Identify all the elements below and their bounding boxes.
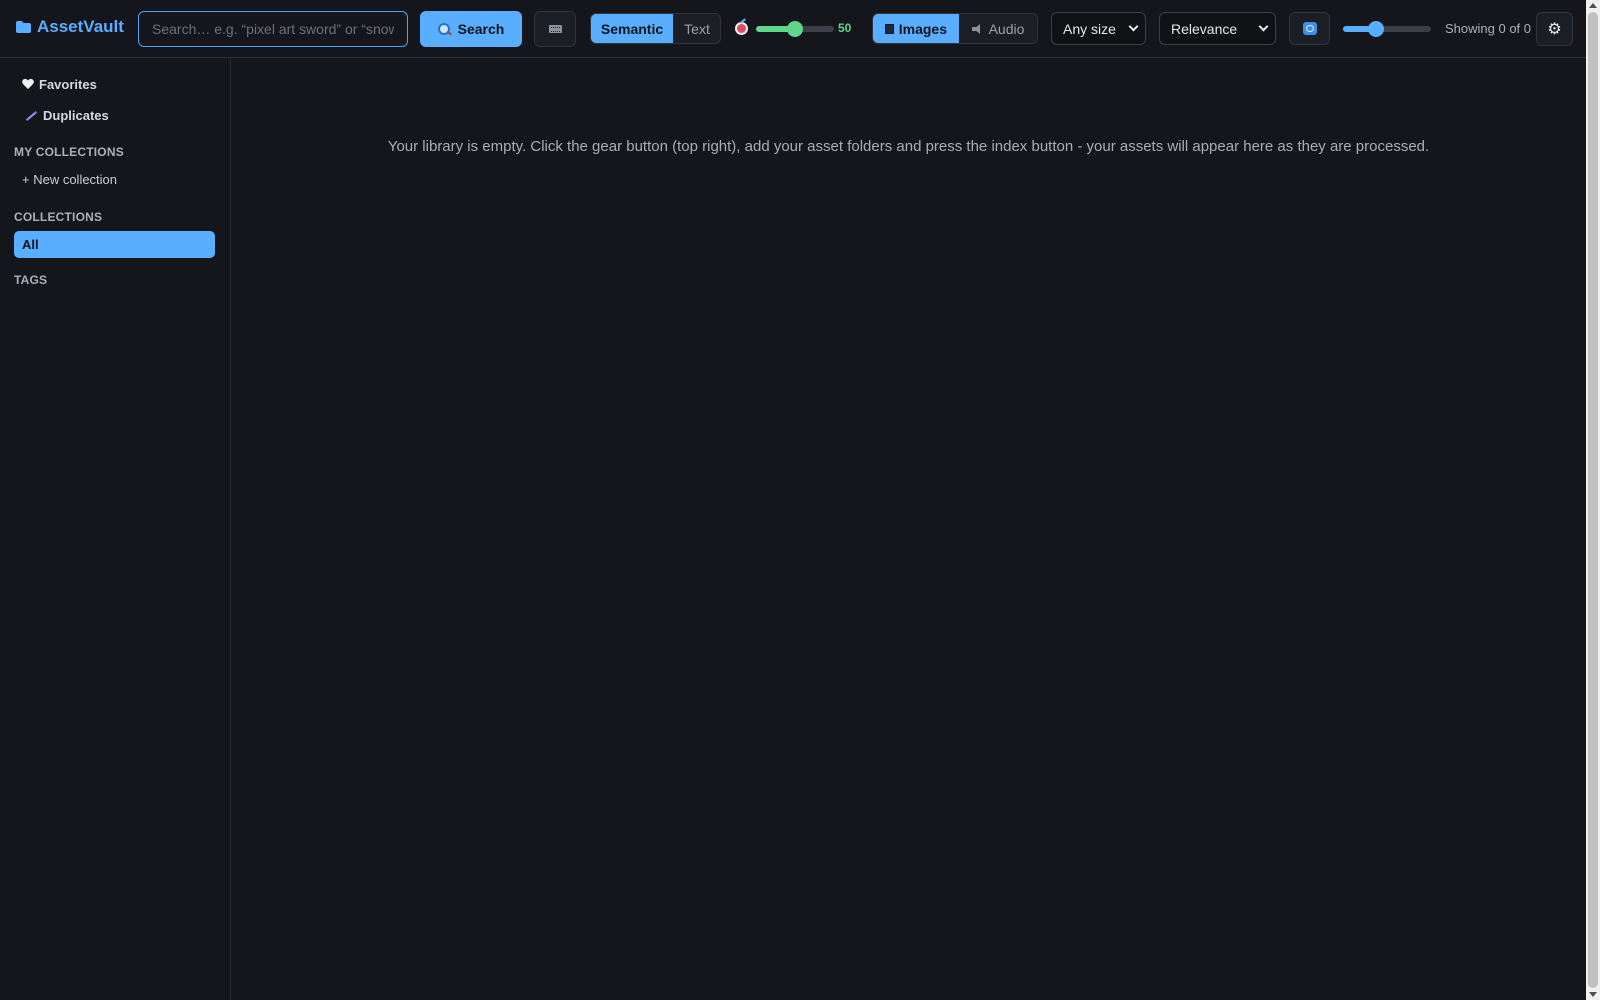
scroll-up-icon[interactable] xyxy=(1589,3,1597,8)
sidebar: Favorites Duplicates MY COLLECTIONS + Ne… xyxy=(0,58,231,1000)
my-collections-heading: MY COLLECTIONS xyxy=(14,145,124,159)
asset-type-toggle: Images Audio xyxy=(872,13,1038,44)
search-mode-toggle: Semantic Text xyxy=(590,13,721,44)
sidebar-item-label: Duplicates xyxy=(43,108,109,123)
thumbnail-size-slider[interactable] xyxy=(1343,21,1431,37)
heart-icon xyxy=(22,79,34,90)
mode-text[interactable]: Text xyxy=(673,14,720,43)
sidebar-item-all[interactable]: All xyxy=(14,231,215,258)
gear-icon: ⚙ xyxy=(1547,21,1562,38)
refresh-button[interactable] xyxy=(1289,12,1330,45)
sort-select[interactable]: Relevance xyxy=(1159,12,1276,45)
app-title: AssetVault xyxy=(37,17,124,36)
sidebar-item-favorites[interactable]: Favorites xyxy=(22,77,97,92)
asset-grid: Your library is empty. Click the gear bu… xyxy=(231,58,1586,1000)
sort-value: Relevance xyxy=(1171,20,1238,37)
top-toolbar: AssetVault Search Semantic Text 50 Image… xyxy=(0,0,1586,58)
collections-heading: COLLECTIONS xyxy=(14,210,103,224)
search-button-label: Search xyxy=(457,21,505,37)
folder-icon xyxy=(16,21,31,33)
type-images[interactable]: Images xyxy=(873,14,959,43)
scrollbar-thumb[interactable] xyxy=(1588,12,1598,988)
settings-button[interactable]: ⚙ xyxy=(1536,12,1573,46)
similarity-slider-thumb[interactable] xyxy=(787,21,803,37)
keyboard-button[interactable] xyxy=(534,11,576,47)
page-scrollbar[interactable] xyxy=(1586,0,1600,1000)
results-count: Showing 0 of 0 xyxy=(1445,21,1532,36)
sidebar-item-label: Favorites xyxy=(39,77,97,92)
search-button[interactable]: Search xyxy=(420,11,522,47)
size-filter-select[interactable]: Any size xyxy=(1051,12,1146,45)
scroll-down-icon[interactable] xyxy=(1589,992,1597,997)
type-images-label: Images xyxy=(898,20,947,37)
empty-library-message: Your library is empty. Click the gear bu… xyxy=(387,138,1430,155)
dna-icon xyxy=(24,110,38,122)
sidebar-item-duplicates[interactable]: Duplicates xyxy=(24,108,109,123)
keyboard-icon xyxy=(548,25,562,33)
target-icon xyxy=(735,22,748,35)
chevron-down-icon xyxy=(1128,21,1139,32)
mode-semantic[interactable]: Semantic xyxy=(591,14,673,43)
speaker-icon xyxy=(971,23,984,34)
thumbnail-size-slider-thumb[interactable] xyxy=(1368,21,1385,37)
similarity-value: 50 xyxy=(838,21,852,35)
magnifier-icon xyxy=(437,23,450,35)
search-input[interactable] xyxy=(138,11,408,47)
app-brand[interactable]: AssetVault xyxy=(16,17,124,37)
image-icon xyxy=(885,23,894,34)
type-audio[interactable]: Audio xyxy=(959,14,1037,43)
tags-heading: TAGS xyxy=(14,273,48,287)
new-collection-button[interactable]: + New collection xyxy=(22,172,117,187)
similarity-slider[interactable] xyxy=(756,21,834,37)
refresh-icon xyxy=(1302,22,1317,35)
type-audio-label: Audio xyxy=(988,20,1025,37)
size-filter-value: Any size xyxy=(1063,20,1116,37)
chevron-down-icon xyxy=(1258,21,1269,32)
